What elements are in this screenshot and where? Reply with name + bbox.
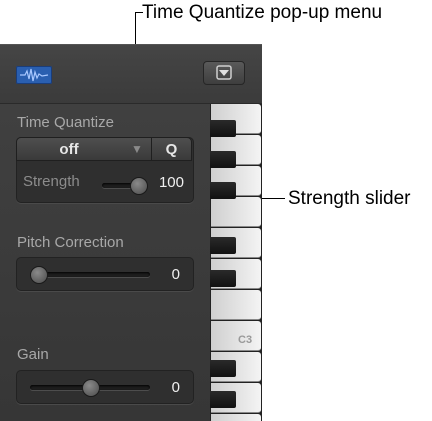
- pitch-correction-slider-track[interactable]: [30, 272, 150, 277]
- piano-white-key[interactable]: [211, 197, 261, 227]
- strength-label: Strength: [23, 173, 80, 190]
- c3-key-label: C3: [238, 334, 253, 346]
- time-quantize-popup-menu[interactable]: off ▼: [16, 137, 152, 161]
- piano-black-key[interactable]: [210, 391, 236, 408]
- inspector-menu-button[interactable]: [203, 61, 245, 85]
- strength-value: 100: [158, 174, 184, 191]
- piano-black-key[interactable]: [210, 237, 236, 254]
- strength-slider-knob[interactable]: [130, 177, 148, 195]
- dropdown-triangle-icon: [216, 65, 232, 80]
- pitch-correction-slider-knob[interactable]: [30, 266, 48, 284]
- inspector-header: [0, 45, 262, 104]
- quantize-q-button[interactable]: Q: [151, 137, 192, 161]
- callout-time-quantize-menu: Time Quantize pop-up menu: [142, 2, 383, 23]
- callout-leader-line: [135, 12, 143, 13]
- gain-label: Gain: [17, 346, 49, 363]
- piano-black-key[interactable]: [210, 151, 236, 168]
- pitch-correction-label: Pitch Correction: [17, 234, 124, 251]
- callout-strength-slider: Strength slider: [288, 188, 411, 209]
- inspector-controls: Time Quantize off ▼ Q Strength 100 Pitch…: [0, 104, 210, 421]
- region-inspector-panel: Time Quantize off ▼ Q Strength 100 Pitch…: [0, 44, 262, 421]
- piano-white-key[interactable]: [211, 290, 261, 320]
- gain-value: 0: [171, 379, 180, 396]
- piano-black-key[interactable]: [210, 270, 236, 287]
- audio-region-icon: [16, 66, 52, 84]
- popup-arrow-icon: ▼: [131, 142, 143, 156]
- piano-black-key[interactable]: [210, 182, 236, 199]
- piano-black-key[interactable]: [210, 120, 236, 137]
- gain-slider-knob[interactable]: [82, 379, 100, 397]
- time-quantize-value: off: [59, 140, 79, 158]
- pitch-correction-value: 0: [171, 266, 180, 283]
- piano-keyboard: C3: [210, 104, 262, 421]
- piano-white-key-c3[interactable]: [211, 321, 261, 351]
- time-quantize-label: Time Quantize: [17, 114, 114, 131]
- piano-black-key[interactable]: [210, 360, 236, 377]
